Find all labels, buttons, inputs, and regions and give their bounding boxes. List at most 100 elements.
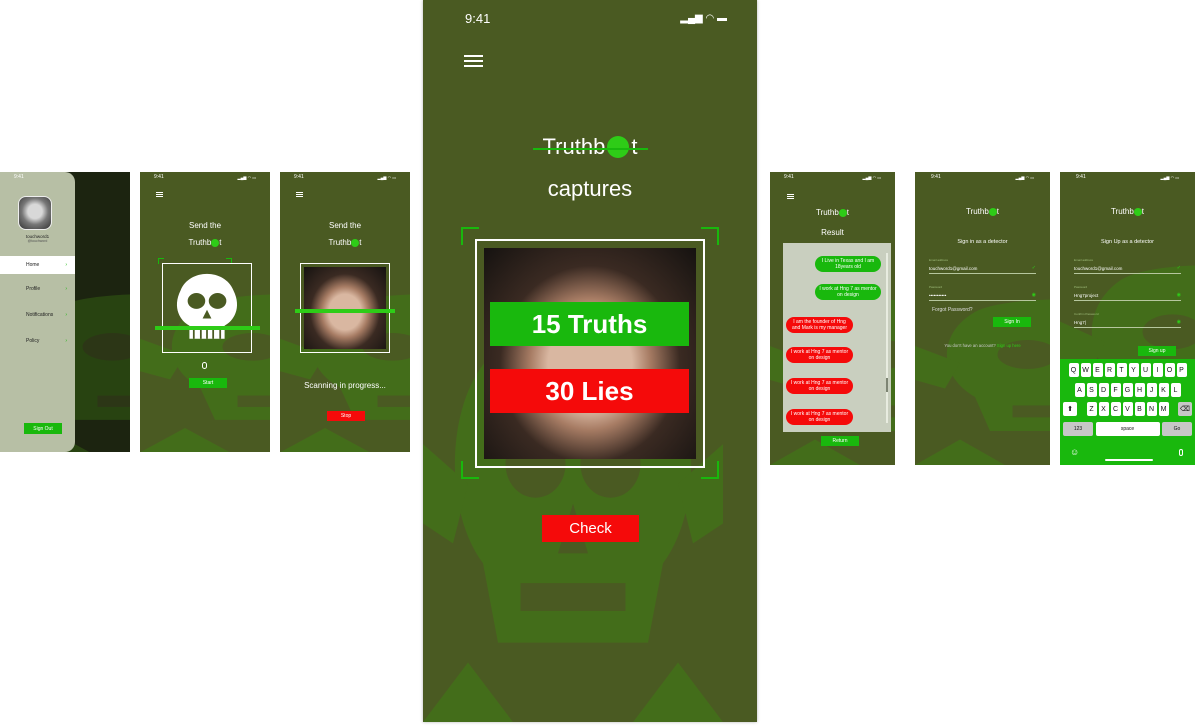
profile-handle: @touchword <box>27 239 48 243</box>
signal-icon: ▂▄▆ ◠ ▭ <box>862 174 881 180</box>
hamburger-menu-icon[interactable] <box>156 192 163 197</box>
eye-icon[interactable]: ◉ <box>1177 292 1181 298</box>
eye-icon[interactable]: ◉ <box>1177 319 1181 325</box>
chevron-right-icon: › <box>65 312 67 318</box>
menu-screen: 9:41 touchword1 @touchword Home › Profile… <box>0 172 130 452</box>
password-field[interactable]: Password ••••••••••• ◉ <box>929 285 1036 301</box>
numbers-key[interactable]: 123 <box>1063 422 1093 436</box>
hamburger-menu-icon[interactable] <box>464 55 483 67</box>
shift-key[interactable]: ⬆ <box>1063 402 1077 416</box>
check-button[interactable]: Check <box>542 515 639 542</box>
target-icon <box>607 136 630 158</box>
key-a[interactable]: A <box>1074 383 1085 397</box>
check-icon: ✓ <box>1031 265 1036 271</box>
message-bubble: I work at Hng 7 as mentor on design <box>815 284 881 300</box>
scrollbar[interactable] <box>886 253 888 423</box>
screen-title: Send the <box>328 221 362 230</box>
key-c[interactable]: C <box>1110 402 1121 416</box>
stop-button[interactable]: Stop <box>327 411 365 421</box>
forgot-password-link[interactable]: Forgot Password? <box>932 307 973 313</box>
backspace-key[interactable]: ⌫ <box>1178 402 1192 416</box>
screen-title: Result <box>821 228 844 237</box>
truthbot-logo: Truthb t <box>328 238 362 247</box>
check-icon: ✓ <box>1176 265 1181 271</box>
message-bubble: I work at Hng 7 as mentor on design <box>786 409 853 425</box>
key-n[interactable]: N <box>1146 402 1157 416</box>
space-key[interactable]: space <box>1095 422 1160 436</box>
scan-line <box>295 309 395 313</box>
status-time: 9:41 <box>294 174 304 180</box>
key-i[interactable]: I <box>1152 363 1163 377</box>
scan-line <box>155 326 260 330</box>
truthbot-logo: Truthb t <box>815 208 850 217</box>
signal-icon: ▂▄▆ ◠ ▭ <box>1160 174 1179 180</box>
key-p[interactable]: P <box>1176 363 1187 377</box>
subtitle: captures <box>547 176 633 201</box>
result-screen: 9:41 ▂▄▆ ◠ ▭ Truthb t Result I Live in Te… <box>770 172 895 465</box>
main-screen: 9:41 ▂▄▆ ◠ ▬ Truthb t captures 15 Truths … <box>423 0 757 722</box>
status-time: 9:41 <box>465 10 491 26</box>
sign-in-button[interactable]: Sign In <box>993 317 1031 327</box>
chevron-right-icon: › <box>65 286 67 292</box>
menu-item-profile[interactable]: Profile › <box>0 282 75 296</box>
start-button[interactable]: Start <box>189 378 227 388</box>
key-q[interactable]: Q <box>1068 363 1079 377</box>
drawer-panel: 9:41 touchword1 @touchword Home › Profile… <box>0 172 75 452</box>
key-y[interactable]: Y <box>1128 363 1139 377</box>
key-v[interactable]: V <box>1122 402 1133 416</box>
key-w[interactable]: W <box>1080 363 1091 377</box>
key-z[interactable]: Z <box>1086 402 1097 416</box>
microphone-icon[interactable] <box>202 362 207 369</box>
key-e[interactable]: E <box>1092 363 1103 377</box>
signup-prompt: You don't have an account? Sign up here <box>944 343 1021 348</box>
key-s[interactable]: S <box>1086 383 1097 397</box>
confirm-password-field[interactable]: Confirm Password Hng7| ◉ <box>1074 312 1181 328</box>
scan-screen: 9:41 ▂▄▆ ◠ ▭ Send the Truthb t Scanning i… <box>280 172 410 452</box>
truthbot-logo: Truthb t <box>542 134 638 159</box>
signin-screen: 9:41 ▂▄▆ ◠ ▭ Truthb t Sign in as a detect… <box>915 172 1050 465</box>
key-k[interactable]: K <box>1158 383 1169 397</box>
form-heading: Sign in as a detector <box>957 239 1008 245</box>
sign-up-button[interactable]: Sign up <box>1138 346 1176 356</box>
menu-item-policy[interactable]: Policy › <box>0 334 75 348</box>
sign-up-link[interactable]: Sign up here <box>997 343 1021 348</box>
avatar[interactable] <box>18 196 52 230</box>
status-time: 9:41 <box>931 174 941 180</box>
truthbot-logo: Truthb t <box>1110 207 1145 216</box>
email-field[interactable]: Email address touchword1@gmail.com ✓ <box>1074 258 1181 274</box>
key-j[interactable]: J <box>1146 383 1157 397</box>
skull-icon <box>176 273 238 339</box>
hamburger-menu-icon[interactable] <box>787 194 794 199</box>
key-m[interactable]: M <box>1158 402 1169 416</box>
key-h[interactable]: H <box>1134 383 1145 397</box>
key-f[interactable]: F <box>1110 383 1121 397</box>
eye-icon[interactable]: ◉ <box>1032 292 1036 298</box>
menu-item-home[interactable]: Home › <box>0 256 75 274</box>
scrollbar-thumb[interactable] <box>886 378 888 392</box>
emoji-icon[interactable]: ☺ <box>1070 447 1079 457</box>
key-l[interactable]: L <box>1170 383 1181 397</box>
key-x[interactable]: X <box>1098 402 1109 416</box>
go-key[interactable]: Go <box>1162 422 1192 436</box>
key-g[interactable]: G <box>1122 383 1133 397</box>
hamburger-menu-icon[interactable] <box>296 192 303 197</box>
signal-icon: ▂▄▆ ◠ ▭ <box>377 174 396 180</box>
status-time: 9:41 <box>14 174 24 180</box>
signal-icon: ▂▄▆ ◠ ▭ <box>1015 174 1034 180</box>
target-icon <box>1133 207 1142 216</box>
key-u[interactable]: U <box>1140 363 1151 377</box>
microphone-icon[interactable] <box>1179 449 1183 456</box>
password-field[interactable]: Password Hng7project ◉ <box>1074 285 1181 301</box>
key-d[interactable]: D <box>1098 383 1109 397</box>
return-button[interactable]: Return <box>821 436 859 446</box>
target-icon <box>988 207 997 216</box>
chat-panel: I Live in Texas and I am 18years old I w… <box>783 243 891 432</box>
email-field[interactable]: Email address touchword1@gmail.com ✓ <box>929 258 1036 274</box>
key-r[interactable]: R <box>1104 363 1115 377</box>
truths-badge: 15 Truths <box>490 302 689 346</box>
sign-out-button[interactable]: Sign Out <box>24 423 62 434</box>
menu-item-notifications[interactable]: Notifications › <box>0 308 75 322</box>
key-t[interactable]: T <box>1116 363 1127 377</box>
key-o[interactable]: O <box>1164 363 1175 377</box>
key-b[interactable]: B <box>1134 402 1145 416</box>
